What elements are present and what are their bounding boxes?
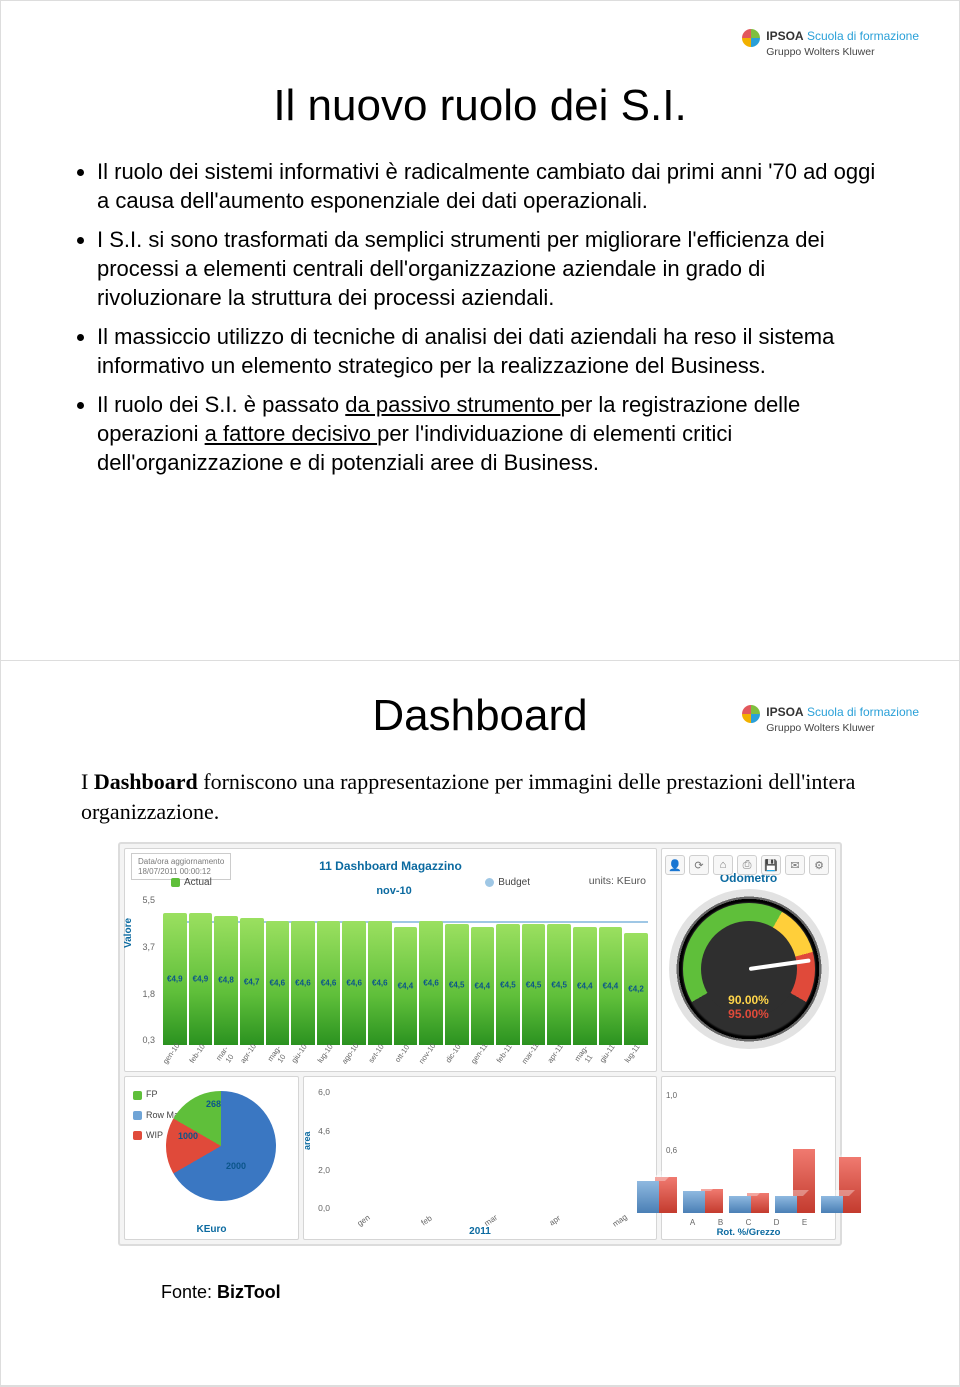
stack-xticks: genfebmaraprmag [338,1216,646,1225]
stack-bars [338,1087,646,1213]
bars3d [674,1089,823,1213]
main-chart-bars: €4,9€4,9€4,8€4,7€4,6€4,6€4,6€4,6€4,6€4,4… [163,895,648,1045]
main-chart-yticks: 5,53,71,80,3 [131,895,155,1045]
dashboard-toolbar: 👤 ⟳ ⌂ ⎙ 💾 ✉ ⚙ [665,855,829,875]
brand-logo: IPSOA Scuola di formazione Gruppo Wolter… [742,705,919,735]
tool-home-icon[interactable]: ⌂ [713,855,733,875]
gauge-widget: 90.00% 95.00% [669,889,829,1049]
logo-mark-icon [742,705,760,723]
bullet-item: Il ruolo dei sistemi informativi è radic… [97,157,889,215]
stack-yticks: 6,04,62,00,0 [310,1087,330,1213]
main-chart-units: units: KEuro [589,875,646,887]
bullet-item: Il ruolo dei S.I. è passato da passivo s… [97,390,889,477]
panel-stacked: area 6,04,62,00,0 genfebmaraprmag 2011 [303,1076,657,1240]
tool-refresh-icon[interactable]: ⟳ [689,855,709,875]
logo-brand: IPSOA [766,29,803,43]
pie-title: KEuro [125,1224,298,1235]
slide2-intro: I Dashboard forniscono una rappresentazi… [81,767,889,826]
brand-logo: IPSOA Scuola di formazione Gruppo Wolter… [742,29,919,59]
stack-year: 2011 [304,1226,656,1237]
bars3d-title: Rot. %/Grezzo [662,1227,835,1238]
logo-brand: IPSOA [766,705,803,719]
gauge-value-1: 90.00% [728,993,769,1007]
panel-pie: FP Row Mat WIP 2000 1000 268 KEuro [124,1076,299,1240]
tool-print-icon[interactable]: ⎙ [737,855,757,875]
bullet-item: Il massiccio utilizzo di tecniche di ana… [97,322,889,380]
logo-group: Gruppo Wolters Kluwer [766,46,874,58]
logo-sub: Scuola di formazione [807,29,919,43]
date-badge: Data/ora aggiornamento 18/07/2011 00:00:… [131,853,231,879]
slide1-title: Il nuovo ruolo dei S.I. [71,81,889,131]
logo-sub: Scuola di formazione [807,705,919,719]
gauge-value-2: 95.00% [728,1007,769,1021]
pie-chart: 2000 1000 268 [166,1091,276,1201]
tool-user-icon[interactable]: 👤 [665,855,685,875]
slide-1: IPSOA Scuola di formazione Gruppo Wolter… [1,1,959,661]
bullet-item: I S.I. si sono trasformati da semplici s… [97,225,889,312]
tool-mail-icon[interactable]: ✉ [785,855,805,875]
tool-settings-icon[interactable]: ⚙ [809,855,829,875]
logo-mark-icon [742,29,760,47]
source-line: Fonte: BizTool [161,1282,889,1303]
panel-3d-bars: 1,00,60,0 ABCDE Rot. %/Grezzo [661,1076,836,1240]
logo-group: Gruppo Wolters Kluwer [766,722,874,734]
main-chart-xticks: gen-10feb-10mar-10apr-10mag-10giu-10lug-… [163,1047,648,1065]
panel-main-chart: Data/ora aggiornamento 18/07/2011 00:00:… [124,848,657,1072]
panel-gauge: 👤 ⟳ ⌂ ⎙ 💾 ✉ ⚙ Odometro [661,848,836,1072]
tool-save-icon[interactable]: 💾 [761,855,781,875]
dashboard-screenshot: Data/ora aggiornamento 18/07/2011 00:00:… [118,842,842,1246]
bars3d-xticks: ABCDE [674,1218,823,1227]
slide-2: IPSOA Scuola di formazione Gruppo Wolter… [1,661,959,1386]
slide1-bullets: Il ruolo dei sistemi informativi è radic… [97,157,889,477]
main-chart-legend: Actual Budget [165,877,536,888]
